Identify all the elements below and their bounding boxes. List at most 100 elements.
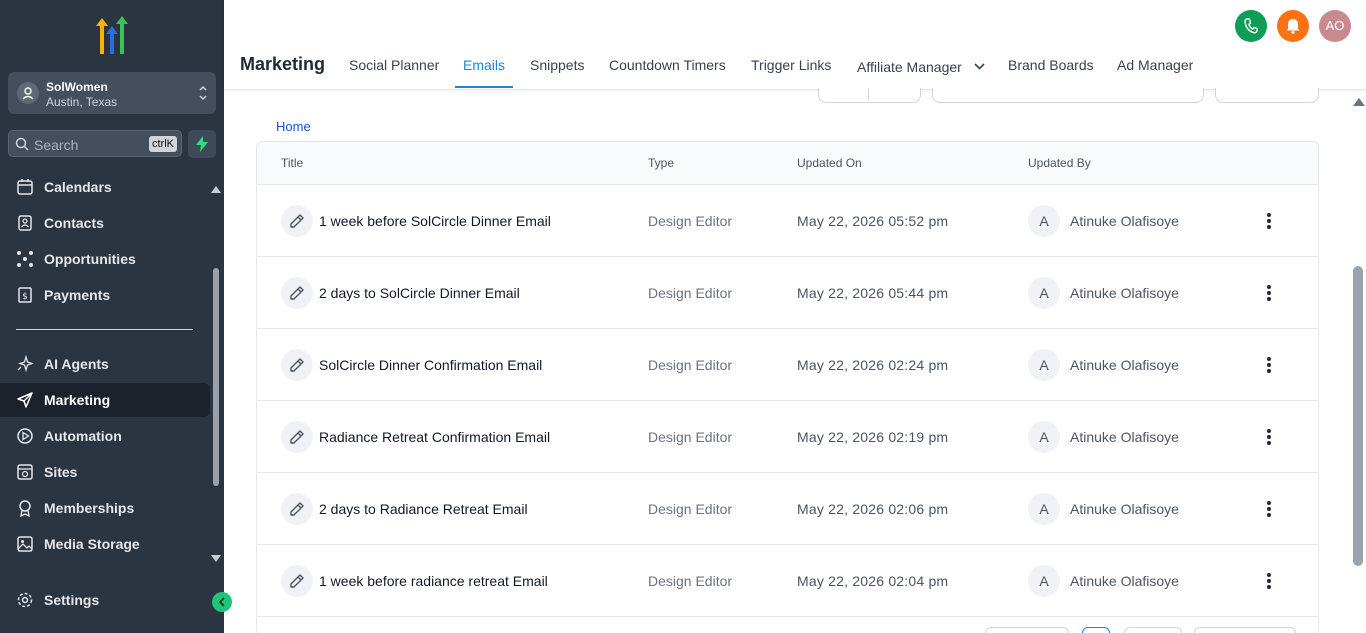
email-title[interactable]: SolCircle Dinner Confirmation Email <box>319 357 542 373</box>
table-row[interactable]: 2 days to Radiance Retreat Email Design … <box>257 473 1318 545</box>
email-type: Design Editor <box>648 357 733 373</box>
sidebar-item-label: Automation <box>44 428 122 444</box>
email-title[interactable]: 2 days to SolCircle Dinner Email <box>319 285 520 301</box>
chevron-updown-icon <box>198 83 208 108</box>
account-switcher[interactable]: SolWomen Austin, Texas <box>8 72 216 114</box>
sidebar-item-label: Opportunities <box>44 251 136 267</box>
more-options-icon[interactable] <box>1261 355 1277 375</box>
notifications-button[interactable] <box>1277 10 1309 42</box>
email-type: Design Editor <box>648 429 733 445</box>
sidebar-item-payments[interactable]: $ Payments <box>0 278 210 312</box>
table-row[interactable]: 1 week before radiance retreat Email Des… <box>257 545 1318 617</box>
scroll-down-icon[interactable] <box>211 555 221 562</box>
pagination-next[interactable] <box>1124 627 1182 633</box>
tab-label: Social Planner <box>349 57 440 73</box>
tab-affiliate-manager[interactable]: Affiliate Manager <box>857 57 985 88</box>
sidebar-item-label: Memberships <box>44 500 135 516</box>
avatar: A <box>1028 493 1060 525</box>
avatar: A <box>1028 565 1060 597</box>
tab-ad-manager[interactable]: Ad Manager <box>1117 57 1193 88</box>
tab-emails[interactable]: Emails <box>455 57 514 88</box>
view-toggle[interactable] <box>818 88 921 103</box>
more-options-icon[interactable] <box>1261 211 1277 231</box>
table-row[interactable]: SolCircle Dinner Confirmation Email Desi… <box>257 329 1318 401</box>
table-row[interactable]: 2 days to SolCircle Dinner Email Design … <box>257 257 1318 329</box>
email-title[interactable]: 1 week before SolCircle Dinner Email <box>319 213 551 229</box>
updated-by: Atinuke Olafisoye <box>1070 429 1179 445</box>
sidebar-item-calendars[interactable]: Calendars <box>0 170 210 204</box>
table-row[interactable]: Radiance Retreat Confirmation Email Desi… <box>257 401 1318 473</box>
breadcrumb[interactable]: Home <box>276 119 311 134</box>
table-row[interactable]: 1 week before SolCircle Dinner Email Des… <box>257 185 1318 257</box>
sidebar-item-opportunities[interactable]: Opportunities <box>0 242 210 276</box>
updated-by: Atinuke Olafisoye <box>1070 501 1179 517</box>
more-options-icon[interactable] <box>1261 283 1277 303</box>
tab-label: Countdown Timers <box>609 57 726 73</box>
collapse-sidebar-button[interactable] <box>212 592 232 612</box>
main-scrollbar[interactable] <box>1350 94 1366 633</box>
chevron-down-icon <box>974 57 985 73</box>
tab-label: Affiliate Manager <box>857 59 962 75</box>
user-avatar[interactable]: AO <box>1319 10 1351 42</box>
edit-pencil-icon <box>281 421 313 453</box>
column-header-updated-on[interactable]: Updated On <box>797 156 862 170</box>
phone-button[interactable] <box>1235 10 1267 42</box>
svg-text:$: $ <box>22 292 28 302</box>
avatar: A <box>1028 277 1060 309</box>
email-title[interactable]: Radiance Retreat Confirmation Email <box>319 429 550 445</box>
scroll-up-icon[interactable] <box>1353 98 1365 106</box>
sidebar-item-label: Marketing <box>44 392 111 408</box>
more-options-icon[interactable] <box>1261 427 1277 447</box>
sidebar-item-media-storage[interactable]: Media Storage <box>0 527 210 561</box>
sidebar-scrollbar[interactable] <box>210 182 222 566</box>
updated-on: May 22, 2026 02:19 pm <box>797 429 949 445</box>
sidebar-item-settings[interactable]: Settings <box>0 583 210 617</box>
sidebar-item-label: Settings <box>44 592 100 608</box>
search-input[interactable]: Search ctrlK <box>8 130 182 157</box>
more-options-icon[interactable] <box>1261 571 1277 591</box>
email-title[interactable]: 2 days to Radiance Retreat Email <box>319 501 528 517</box>
create-button[interactable] <box>1215 88 1319 103</box>
main-scroll-thumb[interactable] <box>1353 266 1363 566</box>
tab-social-planner[interactable]: Social Planner <box>349 57 439 88</box>
send-icon <box>16 391 34 409</box>
updated-by: Atinuke Olafisoye <box>1070 213 1179 229</box>
avatar: A <box>1028 421 1060 453</box>
edit-pencil-icon <box>281 565 313 597</box>
gear-icon <box>16 591 34 609</box>
sidebar-item-label: Contacts <box>44 215 104 231</box>
payments-icon: $ <box>16 286 34 304</box>
sidebar-item-sites[interactable]: Sites <box>0 455 210 489</box>
tab-label: Brand Boards <box>1008 57 1094 73</box>
quick-actions-button[interactable] <box>188 130 216 158</box>
sidebar-scroll-thumb[interactable] <box>213 268 219 486</box>
app-logo[interactable] <box>92 16 132 56</box>
sidebar-item-ai-agents[interactable]: AI Agents <box>0 347 210 381</box>
tab-brand-boards[interactable]: Brand Boards <box>1008 57 1094 88</box>
pagination-page[interactable] <box>1082 627 1110 633</box>
updated-on: May 22, 2026 02:04 pm <box>797 573 949 589</box>
email-type: Design Editor <box>648 501 733 517</box>
tab-trigger-links[interactable]: Trigger Links <box>751 57 831 88</box>
edit-pencil-icon <box>281 205 313 237</box>
sidebar-item-contacts[interactable]: Contacts <box>0 206 210 240</box>
search-shortcut: ctrlK <box>149 136 177 152</box>
email-title[interactable]: 1 week before radiance retreat Email <box>319 573 548 589</box>
sidebar-item-memberships[interactable]: Memberships <box>0 491 210 525</box>
sidebar-item-automation[interactable]: Automation <box>0 419 210 453</box>
page-size-select[interactable] <box>1194 627 1296 633</box>
filter-search-input[interactable] <box>932 88 1204 103</box>
tab-label: Trigger Links <box>751 57 832 73</box>
tab-snippets[interactable]: Snippets <box>530 57 584 88</box>
avatar: A <box>1028 205 1060 237</box>
sidebar-item-label: Media Storage <box>44 536 140 552</box>
more-options-icon[interactable] <box>1261 499 1277 519</box>
updated-by: Atinuke Olafisoye <box>1070 573 1179 589</box>
pagination-prev[interactable] <box>985 627 1069 633</box>
account-location: Austin, Texas <box>46 95 118 109</box>
tab-countdown-timers[interactable]: Countdown Timers <box>609 57 726 88</box>
edit-pencil-icon <box>281 277 313 309</box>
scroll-up-icon[interactable] <box>211 186 221 193</box>
sites-icon <box>16 463 34 481</box>
sidebar-item-marketing[interactable]: Marketing <box>0 383 210 417</box>
